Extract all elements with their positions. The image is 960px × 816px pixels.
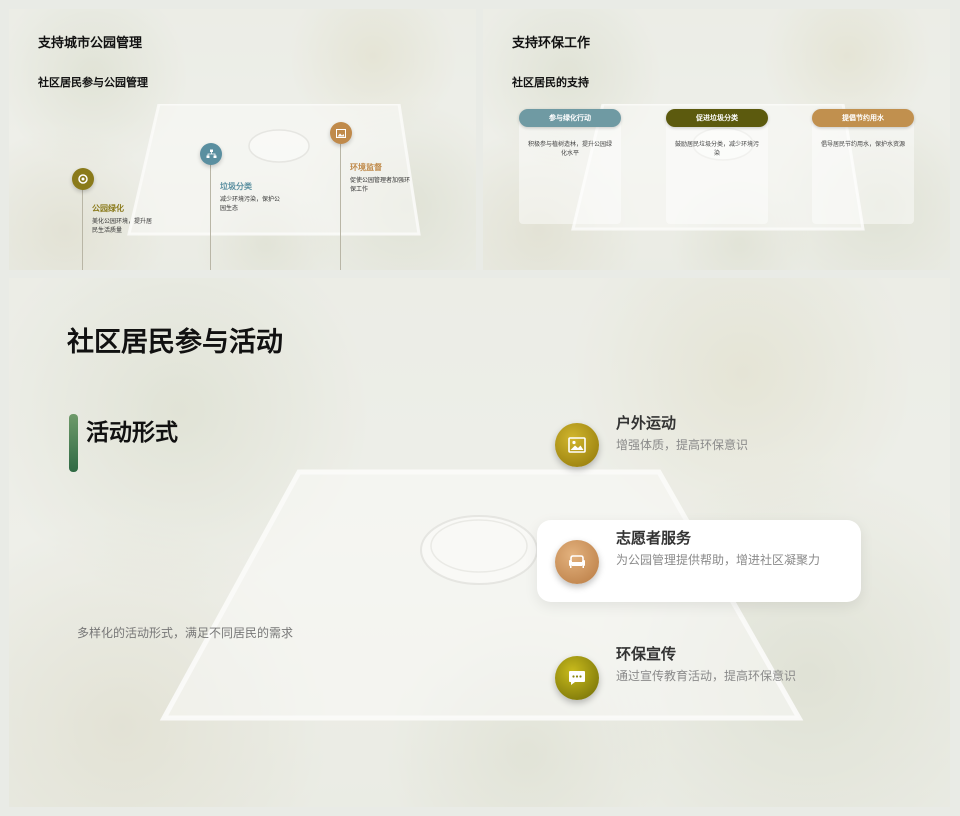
- item-title: 志愿者服务: [616, 529, 692, 547]
- card-pill: 促进垃圾分类: [666, 109, 768, 127]
- slide-title: 社区居民参与活动: [67, 327, 283, 358]
- node-desc: 美化公园环境，提升居 民生活质量: [92, 218, 153, 234]
- node-label: 垃圾分类: [220, 182, 252, 191]
- side-description: 多样化的活动形式，满足不同居民的需求: [77, 626, 294, 640]
- card-pill: 参与绿化行动: [519, 109, 621, 127]
- node-label: 公园绿化: [92, 204, 124, 213]
- card-background: [519, 114, 621, 224]
- slide-community-activities[interactable]: 社区居民参与活动 活动形式 多样化的活动形式，满足不同居民的需求 户外运动 增强…: [9, 278, 950, 807]
- slide-subtitle: 社区居民参与公园管理: [38, 76, 148, 89]
- accent-bar: [69, 414, 78, 472]
- card-desc: 倡导居民节约用水，保护水资源: [820, 141, 905, 148]
- slide-subtitle: 社区居民的支持: [512, 76, 589, 89]
- image-icon: [330, 122, 352, 144]
- card-background: [666, 114, 768, 224]
- node-label: 环境监督: [350, 163, 382, 172]
- target-icon: [72, 168, 94, 190]
- node-desc: 减少环境污染，保护公 园生态: [220, 196, 281, 212]
- item-desc: 增强体质，提高环保意识: [616, 438, 749, 452]
- card-background: [812, 114, 914, 224]
- item-desc: 通过宣传教育活动，提高环保意识: [616, 669, 797, 683]
- timeline-line: [210, 164, 211, 270]
- platform-illustration: [119, 104, 429, 244]
- node-desc: 促使公园管理者加强环 保工作: [350, 177, 411, 193]
- card-desc: 积极参与植树造林，提升公园绿 化水平: [527, 141, 612, 157]
- item-desc: 为公园管理提供帮助，增进社区凝聚力: [616, 553, 821, 567]
- chat-icon: [555, 656, 599, 700]
- timeline-line: [340, 144, 341, 270]
- slide-environmental-support[interactable]: 支持环保工作 社区居民的支持 参与绿化行动 积极参与植树造林，提升公园绿 化水平 …: [483, 9, 950, 270]
- card-pill: 提倡节约用水: [812, 109, 914, 127]
- item-title: 环保宣传: [616, 645, 677, 663]
- item-title: 户外运动: [616, 414, 677, 432]
- section-title: 活动形式: [86, 420, 178, 446]
- card-desc: 鼓励居民垃圾分类，减少环境污染: [674, 141, 759, 157]
- slide-title: 支持环保工作: [512, 36, 591, 51]
- image-icon: [555, 423, 599, 467]
- slide-title: 支持城市公园管理: [38, 36, 143, 51]
- sitemap-icon: [200, 143, 222, 165]
- sofa-icon: [555, 540, 599, 584]
- slide-park-management[interactable]: 支持城市公园管理 社区居民参与公园管理 公园绿化 美化公园环境，提升居 民生活质量…: [9, 9, 476, 270]
- timeline-line: [82, 179, 83, 270]
